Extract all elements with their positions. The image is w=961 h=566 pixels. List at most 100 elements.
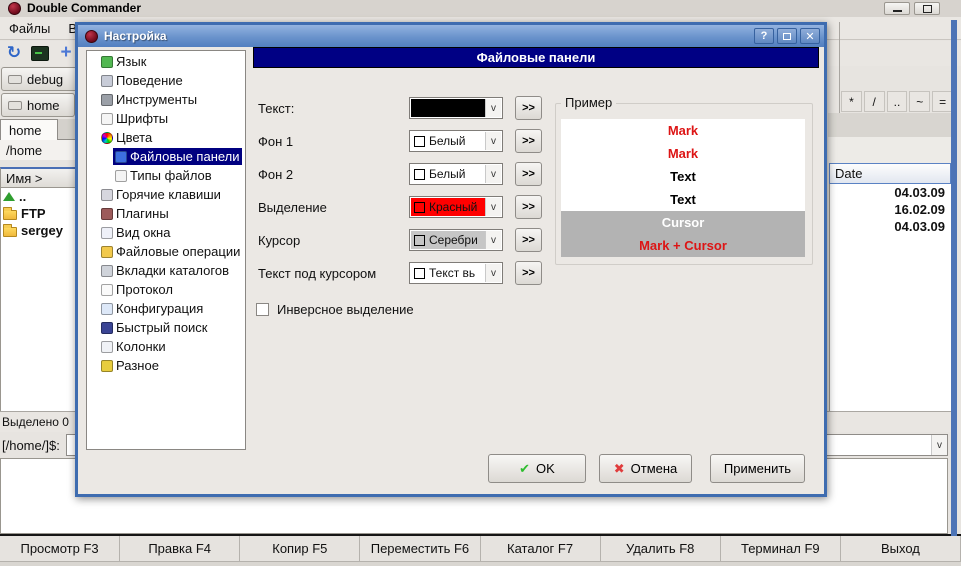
main-titlebar: Double Commander — [0, 0, 961, 17]
date-column-header[interactable]: Date — [829, 163, 951, 184]
maximize-button[interactable] — [914, 2, 940, 15]
color-dropdown[interactable]: Серебри v — [409, 229, 503, 251]
settings-tree-item[interactable]: Типы файлов — [87, 166, 245, 185]
color-dropdown[interactable]: Красный v — [409, 196, 503, 218]
example-row: Mark — [561, 142, 805, 165]
drive-icon — [8, 101, 22, 110]
fonts-icon — [101, 113, 113, 125]
function-key-button[interactable]: Терминал F9 — [721, 536, 841, 561]
date-cell[interactable]: 16.02.09 — [830, 201, 951, 218]
date-cell[interactable]: 04.03.09 — [830, 218, 951, 235]
more-colors-button[interactable]: >> — [515, 162, 542, 186]
function-key-button[interactable]: Удалить F8 — [601, 536, 721, 561]
panel-tab-home[interactable]: home — [0, 119, 58, 140]
terminal-button[interactable] — [28, 42, 52, 64]
settings-tree-item[interactable]: Колонки — [87, 337, 245, 356]
color-swatch — [414, 136, 425, 147]
path-shortcut-button[interactable]: = — [932, 91, 953, 112]
plugins-icon — [101, 208, 113, 220]
settings-tree-item[interactable]: Инструменты — [87, 90, 245, 109]
drive-button-debug[interactable]: debug — [1, 67, 79, 91]
maximize-button[interactable] — [777, 28, 797, 44]
dialog-body: Язык Поведение Инструменты Шрифты Цвета … — [78, 47, 824, 494]
colors-icon — [101, 132, 113, 144]
settings-tree-item[interactable]: Горячие клавиши — [87, 185, 245, 204]
checkbox-label: Инверсное выделение — [277, 302, 414, 317]
function-key-button[interactable]: Просмотр F3 — [0, 536, 120, 561]
color-dropdown[interactable]: Текст вь v — [409, 262, 503, 284]
color-dropdown[interactable]: Белый v — [409, 163, 503, 185]
color-setting-row: Выделение Красный v >> — [258, 196, 548, 220]
help-button[interactable]: ? — [754, 28, 774, 44]
apply-button[interactable]: Применить — [710, 454, 805, 483]
color-swatch — [414, 268, 425, 279]
settings-tree-item[interactable]: Поведение — [87, 71, 245, 90]
function-key-button[interactable]: Каталог F7 — [481, 536, 601, 561]
misc-icon — [101, 360, 113, 372]
example-row: Text — [561, 188, 805, 211]
example-label: Пример — [561, 95, 616, 110]
doublecmd-logo-icon — [8, 2, 21, 15]
drive-button-home[interactable]: home — [1, 93, 75, 117]
settings-tree-item[interactable]: Плагины — [87, 204, 245, 223]
settings-tree-item[interactable]: Быстрый поиск — [87, 318, 245, 337]
settings-tree-item[interactable]: Вкладки каталогов — [87, 261, 245, 280]
ok-button[interactable]: ✔ OK — [488, 454, 586, 483]
behavior-icon — [101, 75, 113, 87]
minimize-icon — [893, 10, 902, 12]
right-path-strip — [828, 137, 952, 163]
more-colors-button[interactable]: >> — [515, 129, 542, 153]
color-setting-row: Фон 2 Белый v >> — [258, 163, 548, 187]
settings-tree-item[interactable]: Язык — [87, 52, 245, 71]
color-swatch — [414, 169, 425, 180]
inverse-selection-checkbox[interactable]: Инверсное выделение — [256, 302, 414, 317]
minimize-button[interactable] — [884, 2, 910, 15]
more-colors-button[interactable]: >> — [515, 261, 542, 285]
dropdown-arrow-icon: v — [485, 264, 501, 282]
columns-icon — [101, 341, 113, 353]
settings-tree-item[interactable]: Цвета — [87, 128, 245, 147]
example-groupbox: Пример Mark Mark Text Text Cursor Mark +… — [555, 103, 813, 265]
settings-tree-item[interactable]: Протокол — [87, 280, 245, 299]
settings-tree-item[interactable]: Шрифты — [87, 109, 245, 128]
path-shortcut-button[interactable]: ~ — [909, 91, 930, 112]
settings-tree-item[interactable]: Конфигурация — [87, 299, 245, 318]
function-key-bar: Просмотр F3Правка F4Копир F5Переместить … — [0, 536, 961, 562]
cancel-button[interactable]: ✖ Отмена — [599, 454, 692, 483]
settings-tree-item[interactable]: Вид окна — [87, 223, 245, 242]
window-right-edge — [951, 20, 957, 536]
function-key-button[interactable]: Правка F4 — [120, 536, 240, 561]
more-colors-button[interactable]: >> — [515, 228, 542, 252]
settings-tree-item[interactable]: Разное — [87, 356, 245, 375]
file-operations-icon — [101, 246, 113, 258]
more-colors-button[interactable]: >> — [515, 195, 542, 219]
menu-item[interactable]: Файлы — [0, 17, 59, 39]
folder-tabs-icon — [101, 265, 113, 277]
dialog-titlebar: Настройка — [78, 25, 824, 47]
dialog-title-buttons: ? ✕ — [754, 28, 820, 44]
up-arrow-icon — [3, 192, 15, 201]
example-row: Text — [561, 165, 805, 188]
more-colors-button[interactable]: >> — [515, 96, 542, 120]
function-key-button[interactable]: Копир F5 — [240, 536, 360, 561]
right-tab-strip — [828, 113, 952, 137]
log-icon — [101, 284, 113, 296]
field-label: Выделение — [258, 196, 327, 220]
path-shortcut-button[interactable]: / — [864, 91, 885, 112]
file-panels-icon — [115, 151, 127, 163]
settings-tree-item[interactable]: Файловые панели — [87, 147, 245, 166]
color-dropdown[interactable]: Белый v — [409, 130, 503, 152]
refresh-button[interactable]: ↻ — [2, 42, 26, 64]
function-key-button[interactable]: Выход — [841, 536, 961, 561]
settings-dialog: Настройка ? ✕ Язык Поведение Инструменты… — [75, 22, 827, 497]
dropdown-arrow-icon: v — [485, 99, 501, 117]
settings-tree-item[interactable]: Файловые операции — [87, 242, 245, 261]
main-window-title: Double Commander — [27, 1, 141, 15]
path-shortcut-button[interactable]: .. — [887, 91, 908, 112]
date-cell[interactable]: 04.03.09 — [830, 184, 951, 201]
close-button[interactable]: ✕ — [800, 28, 820, 44]
plus-icon: + — [60, 42, 71, 64]
path-shortcut-button[interactable]: * — [841, 91, 862, 112]
function-key-button[interactable]: Переместить F6 — [360, 536, 480, 561]
color-dropdown[interactable]: v — [409, 97, 503, 119]
